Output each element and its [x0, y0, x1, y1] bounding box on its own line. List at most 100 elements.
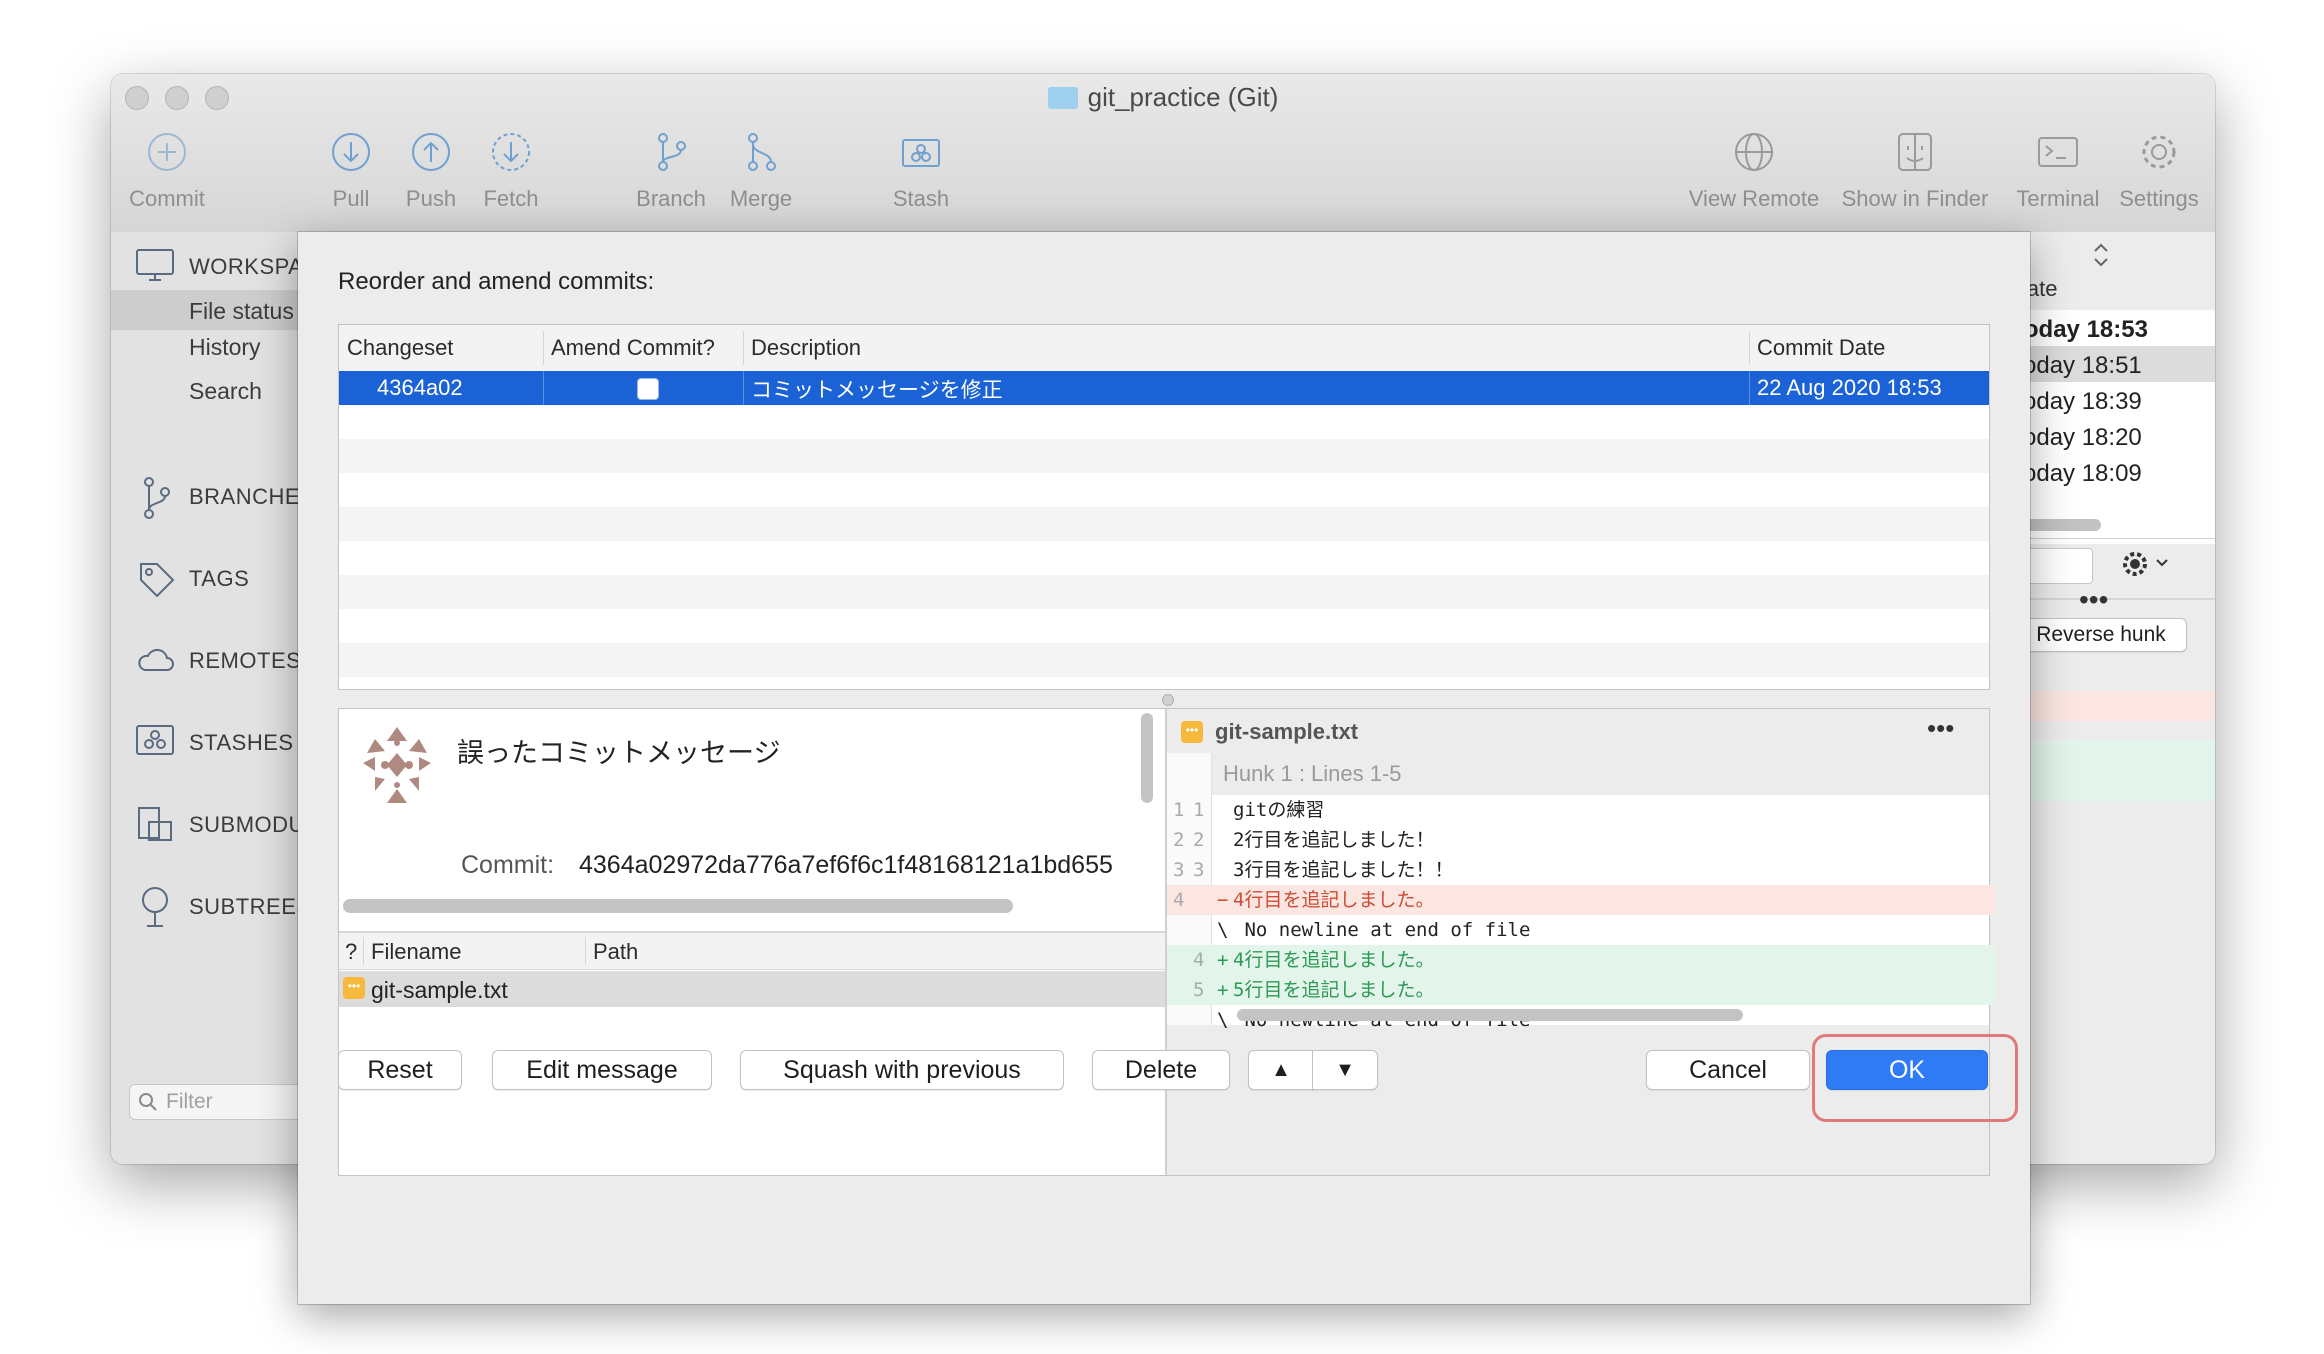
- merge-toolbar-button[interactable]: Merge: [711, 130, 811, 212]
- diff-line[interactable]: 5 +5行目を追記しました。: [1167, 975, 1995, 1005]
- cancel-button[interactable]: Cancel: [1646, 1050, 1810, 1090]
- diff-line[interactable]: 2 2 2行目を追記しました！: [1167, 825, 1995, 855]
- sidebar-submodules-header[interactable]: SUBMODU: [111, 807, 304, 856]
- diff-content: Hunk 1 : Lines 1-5 1 1 gitの練習 2 2 2行目を追記しました！…: [1167, 753, 1995, 1031]
- sidebar-subtrees-header[interactable]: SUBTREES: [111, 887, 311, 938]
- reorder-amend-dialog: Reorder and amend commits: Changeset Ame…: [298, 232, 2030, 1304]
- terminal-icon: [2038, 137, 2078, 167]
- diff-marker: −: [1217, 889, 1229, 911]
- sidebar-stashes-header[interactable]: STASHES: [111, 725, 301, 774]
- amend-checkbox[interactable]: [637, 378, 659, 400]
- branch-icon: [144, 477, 170, 519]
- reset-button[interactable]: Reset: [338, 1050, 462, 1090]
- sort-chevrons-icon[interactable]: [2091, 242, 2111, 268]
- divider: [363, 937, 364, 965]
- history-date-row[interactable]: Today 18:20: [2011, 418, 2215, 452]
- sidebar-remotes-header[interactable]: REMOTES: [111, 648, 301, 692]
- sidebar-item-file-status[interactable]: File status: [111, 290, 301, 330]
- commit-message: 誤ったコミットメッセージ: [457, 738, 781, 768]
- tree-icon: [142, 887, 168, 927]
- settings-toolbar-button[interactable]: Settings: [2109, 130, 2209, 212]
- squash-with-previous-button[interactable]: Squash with previous: [740, 1050, 1064, 1090]
- diff-file-header: ••• git-sample.txt •••: [1167, 709, 1989, 754]
- reverse-hunk-button[interactable]: Reverse hunk: [2015, 618, 2189, 652]
- divider: [1749, 331, 1750, 365]
- new-line-number: 1: [1193, 799, 1205, 821]
- divider: [1749, 371, 1750, 405]
- sidebar-tags-header[interactable]: TAGS: [111, 563, 301, 610]
- move-down-button[interactable]: ▼: [1312, 1050, 1378, 1090]
- diff-text: 4行目を追記しました。: [1233, 949, 1435, 971]
- file-list-header: ? Filename Path: [339, 933, 1165, 970]
- commit-hash: 4364a02972da776a7ef6f6c1f48168121a1bd655: [579, 851, 1113, 879]
- history-date-row[interactable]: Today 18:09: [2011, 454, 2215, 488]
- vertical-scrollbar[interactable]: [1141, 713, 1153, 803]
- file-list-item[interactable]: ••• git-sample.txt: [339, 971, 1165, 1007]
- view-remote-toolbar-button[interactable]: View Remote: [1679, 130, 1829, 212]
- sidebar-item-history[interactable]: History: [111, 326, 301, 366]
- sidebar-filter-input[interactable]: Filter: [129, 1084, 311, 1120]
- avatar: [363, 727, 431, 803]
- commits-table: Changeset Amend Commit? Description Comm…: [338, 324, 1990, 690]
- modified-file-icon: •••: [343, 977, 365, 999]
- old-line-number: 4: [1173, 889, 1185, 911]
- column-header-path[interactable]: Path: [593, 939, 638, 965]
- stash-toolbar-button[interactable]: Stash: [871, 130, 971, 212]
- sidebar-branches-header[interactable]: BRANCHE: [111, 477, 301, 528]
- modified-file-icon: •••: [1181, 721, 1203, 743]
- diff-marker: \: [1217, 919, 1229, 941]
- history-date-row[interactable]: Today 18:53: [2011, 312, 2215, 346]
- diff-text: 5行目を追記しました。: [1233, 979, 1435, 1001]
- gear-icon: [2123, 552, 2147, 576]
- more-options-icon[interactable]: •••: [1927, 713, 1954, 744]
- diff-line[interactable]: 4 −4行目を追記しました。: [1167, 885, 1995, 915]
- move-up-button[interactable]: ▲: [1248, 1050, 1314, 1090]
- title-bar: git_practice (Git) Commit Pull Push Fetc…: [111, 74, 2215, 233]
- more-options-icon[interactable]: •••: [2079, 584, 2108, 616]
- commit-toolbar-button[interactable]: Commit: [119, 130, 215, 212]
- ok-button[interactable]: OK: [1826, 1050, 1988, 1090]
- arrow-down-circle-icon: [332, 133, 370, 171]
- new-line-number: 4: [1193, 949, 1205, 971]
- history-date-row[interactable]: Today 18:39: [2011, 384, 2215, 418]
- pull-toolbar-button[interactable]: Pull: [311, 130, 391, 212]
- divider: [743, 371, 744, 405]
- delete-button[interactable]: Delete: [1092, 1050, 1230, 1090]
- date-column-header[interactable]: Date: [2011, 266, 2215, 311]
- empty-row: [339, 575, 1989, 609]
- column-header-status[interactable]: ?: [345, 939, 357, 965]
- file-name: git-sample.txt: [371, 977, 508, 1003]
- dialog-heading: Reorder and amend commits:: [338, 268, 655, 295]
- chevron-down-icon: [2156, 559, 2168, 567]
- terminal-toolbar-button[interactable]: Terminal: [2003, 130, 2113, 212]
- diff-line[interactable]: \ No newline at end of file: [1167, 915, 1995, 945]
- show-in-finder-toolbar-button[interactable]: Show in Finder: [1835, 130, 1995, 212]
- column-header-commit-date[interactable]: Commit Date: [1757, 335, 1885, 361]
- fetch-toolbar-button[interactable]: Fetch: [471, 130, 551, 212]
- commit-description: コミットメッセージを修正: [751, 379, 1003, 402]
- push-toolbar-button[interactable]: Push: [391, 130, 471, 212]
- column-header-description[interactable]: Description: [751, 335, 861, 361]
- splitter-handle[interactable]: [1162, 694, 1174, 706]
- horizontal-scrollbar[interactable]: [1237, 1009, 1743, 1021]
- edit-message-button[interactable]: Edit message: [492, 1050, 712, 1090]
- diff-text: 2行目を追記しました！: [1233, 829, 1435, 851]
- column-header-changeset[interactable]: Changeset: [347, 335, 453, 361]
- diff-line[interactable]: 4 +4行目を追記しました。: [1167, 945, 1995, 975]
- fetch-icon: [492, 133, 530, 171]
- arrow-up-circle-icon: [412, 133, 450, 171]
- divider: [743, 331, 744, 365]
- column-header-filename[interactable]: Filename: [371, 939, 461, 965]
- sidebar-item-search[interactable]: Search: [111, 378, 301, 418]
- horizontal-scrollbar[interactable]: [343, 899, 1013, 913]
- empty-row: [339, 507, 1989, 541]
- cloud-icon: [138, 648, 174, 671]
- diff-text: No newline at end of file: [1233, 919, 1531, 941]
- diff-line[interactable]: 1 1 gitの練習: [1167, 795, 1995, 825]
- branch-toolbar-button[interactable]: Branch: [621, 130, 721, 212]
- column-header-amend[interactable]: Amend Commit?: [551, 335, 715, 361]
- diff-line[interactable]: 3 3 3行目を追記しました！！: [1167, 855, 1995, 885]
- history-date-row[interactable]: Today 18:51: [2011, 346, 2215, 382]
- gear-menu-button[interactable]: [2121, 546, 2181, 582]
- commit-row[interactable]: 4364a02 コミットメッセージを修正 22 Aug 2020 18:53: [339, 371, 1989, 405]
